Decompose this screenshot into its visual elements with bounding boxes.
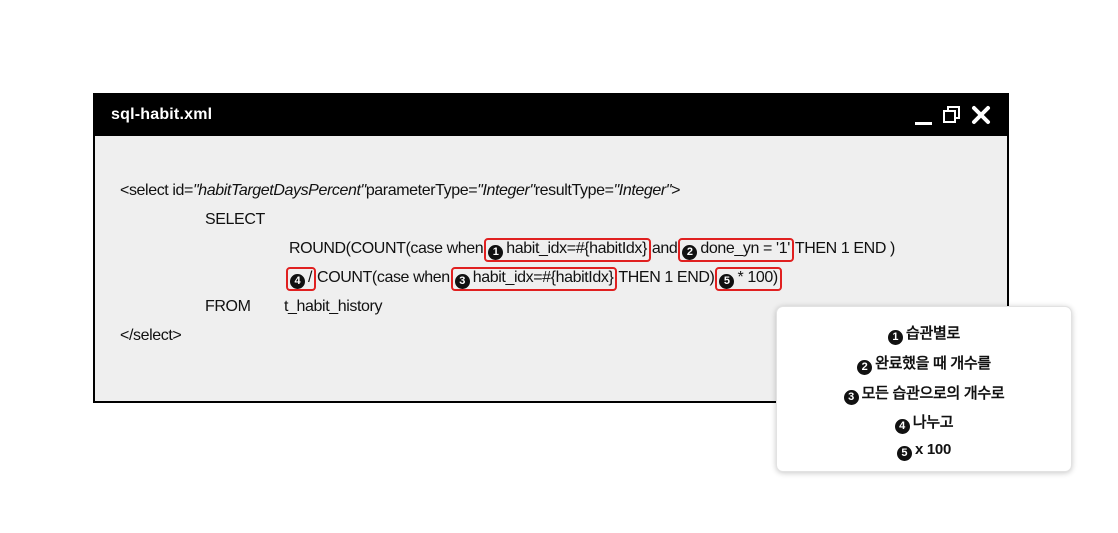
legend-item-3: 3 모든 습관으로의 개수로 xyxy=(777,382,1071,405)
result-type-value: "Integer" xyxy=(613,182,672,199)
then-end: THEN 1 END ) xyxy=(794,240,896,257)
highlight-box-1: 1 habit_idx=#{habitIdx} xyxy=(484,238,651,262)
legend-text-3: 모든 습관으로의 개수로 xyxy=(861,385,1005,402)
select-id-value: "habitTargetDaysPercent" xyxy=(192,182,366,199)
parameter-type-value: "Integer" xyxy=(477,182,535,199)
legend-text-2: 완료했을 때 개수를 xyxy=(875,355,991,372)
habit-idx-condition: habit_idx=#{habitIdx} xyxy=(506,240,647,257)
code-line-select-close: </select> xyxy=(120,327,182,344)
marker-2: 2 xyxy=(682,245,698,260)
marker-1: 1 xyxy=(488,245,504,260)
legend-marker-5: 5 xyxy=(896,446,912,461)
legend-item-1: 1 습관별로 xyxy=(777,322,1071,345)
code-line-table: t_habit_history xyxy=(284,298,383,315)
window-title: sql-habit.xml xyxy=(111,106,213,123)
window-titlebar[interactable]: sql-habit.xml xyxy=(95,95,1007,136)
parameter-type-label: parameterType= xyxy=(365,182,478,199)
round-count-start: ROUND(COUNT(case when xyxy=(289,240,484,257)
habit-idx-condition-total: habit_idx=#{habitIdx} xyxy=(472,269,614,286)
done-yn-condition: done_yn = '1' xyxy=(700,240,790,257)
code-line-select-keyword: SELECT xyxy=(205,211,265,228)
and-keyword: and xyxy=(651,240,678,257)
legend-marker-4: 4 xyxy=(894,419,910,434)
code-line-divide: 4/COUNT(case when 3 habit_idx=#{habitIdx} T… xyxy=(285,267,783,291)
then-end-total: THEN 1 END) xyxy=(618,269,715,286)
legend-text-5: x 100 xyxy=(914,441,952,458)
code-line-select-open: <select id="habitTargetDaysPercent"param… xyxy=(120,180,680,202)
maximize-icon[interactable] xyxy=(942,105,962,125)
divide-operator: / xyxy=(308,269,313,286)
marker-3: 3 xyxy=(454,274,470,289)
legend-item-5: 5x 100 xyxy=(777,441,1071,461)
highlight-box-3: 3 habit_idx=#{habitIdx} xyxy=(450,267,618,291)
code-line-round: ROUND(COUNT(case when 1 habit_idx=#{habitI… xyxy=(289,238,896,262)
multiply-100: * 100) xyxy=(737,269,778,286)
legend-text-4: 나누고 xyxy=(912,414,954,431)
result-type-label: resultType= xyxy=(534,182,614,199)
legend-marker-1: 1 xyxy=(887,330,903,345)
select-tag-close-bracket: > xyxy=(671,182,681,199)
legend-text-1: 습관별로 xyxy=(905,325,960,342)
minimize-icon[interactable] xyxy=(915,105,933,125)
legend-marker-3: 3 xyxy=(843,390,859,405)
from-keyword: FROM xyxy=(205,298,251,315)
close-icon[interactable] xyxy=(971,105,991,125)
highlight-box-2: 2 done_yn = '1' xyxy=(678,238,794,262)
marker-5: 5 xyxy=(719,274,735,289)
select-tag-open: <select id= xyxy=(120,182,193,199)
count-start: COUNT(case when xyxy=(317,269,450,286)
code-line-from: FROM xyxy=(205,296,251,318)
legend-panel: 1 습관별로 2 완료했을 때 개수를 3 모든 습관으로의 개수로 4 나누고 5x … xyxy=(776,306,1072,472)
legend-marker-2: 2 xyxy=(857,360,873,375)
highlight-box-4: 4/ xyxy=(286,267,317,291)
marker-4: 4 xyxy=(290,274,305,289)
legend-item-2: 2 완료했을 때 개수를 xyxy=(777,352,1071,375)
legend-item-4: 4 나누고 xyxy=(777,411,1071,434)
highlight-box-5: 5 * 100) xyxy=(715,267,782,291)
